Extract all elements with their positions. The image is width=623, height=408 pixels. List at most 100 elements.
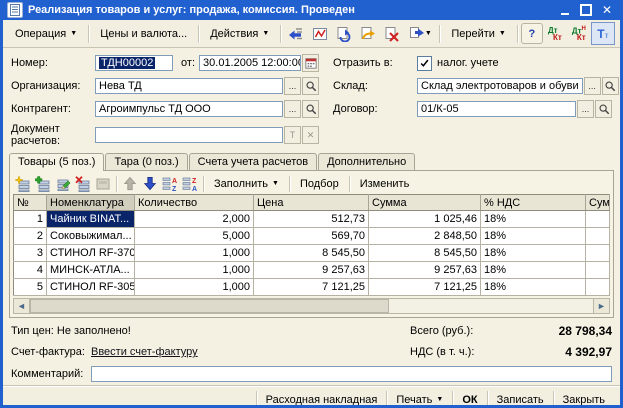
delete-row-button[interactable]	[73, 174, 93, 193]
number-input[interactable]: ТДН00002	[95, 55, 173, 71]
cell-sum[interactable]: 8 545,50	[369, 245, 481, 262]
cell-quantity[interactable]: 1,000	[135, 245, 254, 262]
tab-additional[interactable]: Дополнительно	[318, 153, 415, 170]
cell-vat-sum[interactable]	[586, 262, 610, 279]
cell-sum[interactable]: 9 257,63	[369, 262, 481, 279]
table-row[interactable]: 1 Чайник BINAT... 2,000 512,73 1 025,46 …	[14, 211, 610, 228]
actions-menu-button[interactable]: Действия ▼	[202, 24, 277, 44]
organization-select-button[interactable]: ...	[284, 77, 301, 95]
cell-num[interactable]: 4	[14, 262, 47, 279]
print-menu-button[interactable]: Печать ▼	[387, 391, 452, 408]
pick-button[interactable]: Подбор	[293, 176, 346, 192]
col-header-price[interactable]: Цена	[254, 195, 369, 211]
cell-price[interactable]: 9 257,63	[254, 262, 369, 279]
post-document-button[interactable]	[332, 22, 356, 45]
warehouse-open-button[interactable]	[602, 77, 619, 95]
table-row[interactable]: 3 СТИНОЛ RF-370 1,000 8 545,50 8 545,50 …	[14, 245, 610, 262]
tab-goods[interactable]: Товары (5 поз.)	[9, 153, 104, 171]
calendar-button[interactable]	[302, 54, 319, 72]
cell-price[interactable]: 7 121,25	[254, 279, 369, 296]
col-header-sum[interactable]: Сумма	[369, 195, 481, 211]
table-row[interactable]: 4 МИНСК-АТЛА... 1,000 9 257,63 9 257,63 …	[14, 262, 610, 279]
cell-num[interactable]: 1	[14, 211, 47, 228]
cell-num[interactable]: 3	[14, 245, 47, 262]
cell-vat-sum[interactable]	[586, 245, 610, 262]
horizontal-scrollbar[interactable]: ◄ ►	[13, 298, 610, 314]
sort-descending-button[interactable]: Z A	[180, 174, 200, 193]
contract-input[interactable]: 01/К-05	[417, 101, 576, 117]
add-row-button[interactable]	[13, 174, 33, 193]
cell-nomenclature[interactable]: Соковыжимал...	[47, 228, 135, 245]
contract-open-button[interactable]	[595, 100, 612, 118]
cell-price[interactable]: 512,73	[254, 211, 369, 228]
contract-select-button[interactable]: ...	[577, 100, 594, 118]
col-header-quantity[interactable]: Количество	[135, 195, 254, 211]
scrollbar-track[interactable]	[389, 299, 593, 313]
cell-vat-sum[interactable]	[586, 228, 610, 245]
operation-menu-button[interactable]: Операция ▼	[7, 24, 85, 44]
cell-vat-sum[interactable]	[586, 279, 610, 296]
ok-button[interactable]: ОК	[453, 391, 486, 408]
goto-menu-button[interactable]: Перейти ▼	[443, 24, 514, 44]
scrollbar-thumb[interactable]	[30, 299, 389, 313]
organization-input[interactable]: Нева ТД	[95, 78, 283, 94]
cell-vat[interactable]: 18%	[481, 211, 586, 228]
create-based-on-button[interactable]: ▼	[404, 22, 436, 45]
date-input[interactable]: 30.01.2005 12:00:00	[199, 55, 301, 71]
dt-kt-button[interactable]: Дт Кт	[543, 22, 567, 45]
settlement-doc-input[interactable]	[95, 127, 283, 143]
move-row-down-button[interactable]	[140, 174, 160, 193]
reread-document-button[interactable]	[284, 22, 308, 45]
table-row[interactable]: 2 Соковыжимал... 5,000 569,70 2 848,50 1…	[14, 228, 610, 245]
cell-nomenclature[interactable]: МИНСК-АТЛА...	[47, 262, 135, 279]
cell-vat[interactable]: 18%	[481, 279, 586, 296]
comment-input[interactable]	[91, 366, 612, 382]
tab-tare[interactable]: Тара (0 поз.)	[105, 153, 187, 170]
cell-nomenclature[interactable]: СТИНОЛ RF-370	[47, 245, 135, 262]
copy-row-button[interactable]	[33, 174, 53, 193]
set-time-button[interactable]	[308, 22, 332, 45]
maximize-button[interactable]	[577, 3, 595, 18]
counterparty-select-button[interactable]: ...	[284, 100, 301, 118]
enter-invoice-link[interactable]: Ввести счет-фактуру	[91, 346, 198, 358]
expense-invoice-button[interactable]: Расходная накладная	[257, 391, 387, 408]
col-header-vat[interactable]: % НДС	[481, 195, 586, 211]
cell-sum[interactable]: 7 121,25	[369, 279, 481, 296]
cell-vat[interactable]: 18%	[481, 228, 586, 245]
edit-row-button[interactable]	[53, 174, 73, 193]
scroll-right-button[interactable]: ►	[593, 299, 609, 313]
dt-kt-n-button[interactable]: ДтН Кт	[567, 22, 591, 45]
cell-price[interactable]: 569,70	[254, 228, 369, 245]
prices-currency-button[interactable]: Цены и валюта...	[92, 24, 195, 44]
fill-menu-button[interactable]: Заполнить ▼	[207, 176, 286, 192]
cell-quantity[interactable]: 2,000	[135, 211, 254, 228]
structure-subordination-button[interactable]: Тт	[591, 22, 615, 45]
table-row[interactable]: 5 СТИНОЛ RF-305 1,000 7 121,25 7 121,25 …	[14, 279, 610, 296]
sort-ascending-button[interactable]: A Z	[160, 174, 180, 193]
cell-sum[interactable]: 1 025,46	[369, 211, 481, 228]
mark-deletion-button[interactable]	[380, 22, 404, 45]
minimize-button[interactable]	[556, 3, 574, 18]
counterparty-input[interactable]: Агроимпульс ТД ООО	[95, 101, 283, 117]
close-form-button[interactable]: Закрыть	[554, 391, 614, 408]
end-edit-button[interactable]	[93, 174, 113, 193]
col-header-nomenclature[interactable]: Номенклатура	[47, 195, 135, 211]
cell-vat[interactable]: 18%	[481, 262, 586, 279]
cell-price[interactable]: 8 545,50	[254, 245, 369, 262]
save-button[interactable]: Записать	[488, 391, 553, 408]
settlement-doc-clear-button[interactable]: ✕	[302, 126, 319, 144]
settlement-doc-type-button[interactable]: T	[284, 126, 301, 144]
warehouse-input[interactable]: Склад электротоваров и обуви	[417, 78, 583, 94]
warehouse-select-button[interactable]: ...	[584, 77, 601, 95]
col-header-num[interactable]: №	[14, 195, 47, 211]
cell-quantity[interactable]: 1,000	[135, 279, 254, 296]
col-header-vat-sum[interactable]: Сумм	[586, 195, 610, 211]
tax-accounting-checkbox[interactable]	[417, 56, 432, 71]
cell-vat-sum[interactable]	[586, 211, 610, 228]
cell-sum[interactable]: 2 848,50	[369, 228, 481, 245]
tab-settlement-accounts[interactable]: Счета учета расчетов	[189, 153, 317, 170]
help-button[interactable]: ?	[521, 23, 543, 44]
title-bar[interactable]: Реализация товаров и услуг: продажа, ком…	[3, 0, 620, 20]
cell-quantity[interactable]: 5,000	[135, 228, 254, 245]
cell-nomenclature-selected[interactable]: Чайник BINAT...	[47, 211, 135, 228]
